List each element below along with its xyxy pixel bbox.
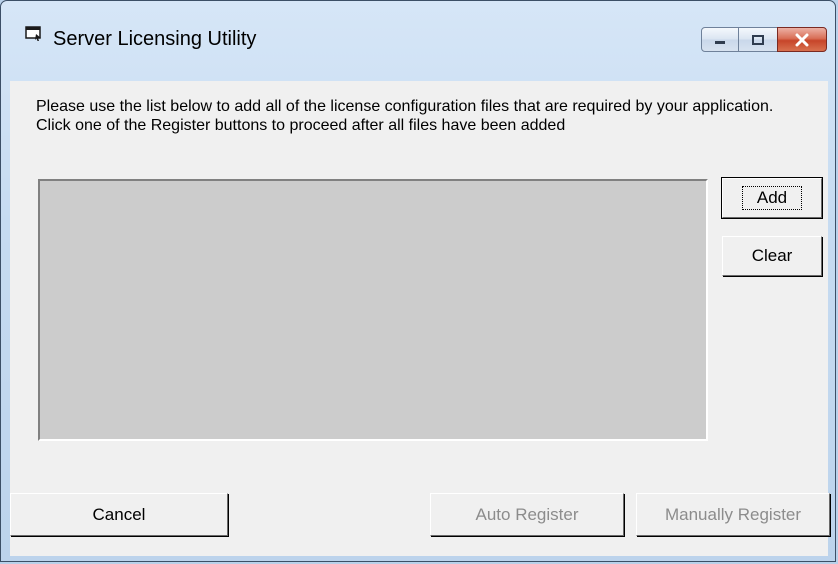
auto-register-button[interactable]: Auto Register <box>430 493 624 536</box>
instructions-text: Please use the list below to add all of … <box>36 98 774 134</box>
close-button[interactable] <box>777 27 827 52</box>
caption-buttons <box>701 27 827 52</box>
auto-register-button-label: Auto Register <box>475 504 579 524</box>
add-button[interactable]: Add <box>721 177 823 219</box>
close-icon <box>795 33 809 46</box>
add-button-label: Add <box>741 186 803 210</box>
clear-button[interactable]: Clear <box>722 236 822 276</box>
cancel-button-label: Cancel <box>92 504 146 524</box>
manually-register-button-label: Manually Register <box>664 504 802 524</box>
app-window-icon <box>25 26 41 41</box>
cancel-button[interactable]: Cancel <box>10 493 228 536</box>
manually-register-button[interactable]: Manually Register <box>636 493 830 536</box>
maximize-icon <box>752 34 764 45</box>
window-title: Server Licensing Utility <box>53 28 257 50</box>
clear-button-label: Clear <box>751 246 793 265</box>
maximize-button[interactable] <box>738 27 778 52</box>
server-licensing-window: Server Licensing Utility Please use the … <box>0 0 836 562</box>
dialog-client-area: Please use the list below to add all of … <box>10 81 830 556</box>
minimize-button[interactable] <box>701 27 739 52</box>
minimize-icon <box>715 40 725 44</box>
title-bar[interactable]: Server Licensing Utility <box>1 1 835 52</box>
license-files-listbox[interactable] <box>38 179 708 441</box>
